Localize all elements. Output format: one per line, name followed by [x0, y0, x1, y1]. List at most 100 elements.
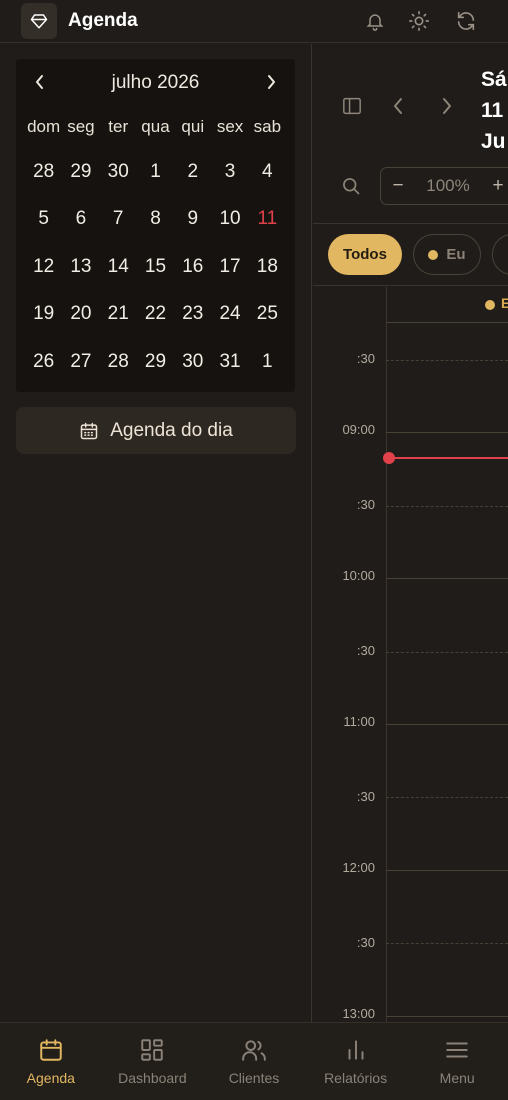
tab-label: Menu	[439, 1070, 475, 1086]
time-gutter-divider	[386, 287, 387, 1022]
chart-icon	[305, 1036, 407, 1064]
agenda-do-dia-label: Agenda do dia	[110, 419, 233, 441]
zoom-out-button[interactable]: −	[381, 175, 415, 197]
calendar-day[interactable]: 26	[25, 342, 62, 382]
calendar-day[interactable]: 14	[100, 247, 137, 287]
calendar-day[interactable]: 20	[62, 294, 99, 334]
weekday-header: dom seg ter qua qui sex sab	[25, 117, 286, 141]
weekday-label: dom	[27, 117, 61, 136]
search-icon[interactable]	[339, 174, 363, 198]
half-hour-line	[386, 360, 508, 361]
calendar-day[interactable]: 19	[25, 294, 62, 334]
calendar-month-label: julho 2026	[111, 72, 200, 93]
diamond-logo-icon[interactable]	[21, 3, 57, 39]
current-time-dot	[383, 452, 395, 464]
calendar-day[interactable]: 4	[249, 152, 286, 192]
calendar-day[interactable]: 15	[137, 247, 174, 287]
tab-menu[interactable]: Menu	[406, 1023, 508, 1100]
sidebar-toggle-icon[interactable]	[340, 94, 364, 118]
calendar-day[interactable]: 16	[174, 247, 211, 287]
calendar-day[interactable]: 8	[137, 199, 174, 239]
filter-todos-chip[interactable]: Todos	[328, 234, 402, 275]
color-dot	[428, 249, 439, 260]
left-panel: julho 2026 dom seg ter qua qui sex sab 2…	[0, 44, 312, 1022]
calendar-day[interactable]: 1	[137, 152, 174, 192]
chevron-right-icon[interactable]	[435, 94, 459, 118]
weekday-label: sab	[253, 117, 282, 136]
weekday-label: sex	[216, 117, 244, 136]
tab-agenda[interactable]: Agenda	[0, 1023, 102, 1100]
calendar-day[interactable]: 10	[211, 199, 248, 239]
time-label: :30	[356, 351, 375, 366]
weekday-label: qui	[181, 117, 205, 136]
calendar-day[interactable]: 23	[174, 294, 211, 334]
day-view-panel: Sá 11 I Ju − 100% + Todos Eu E :30 09:00	[313, 44, 508, 1022]
calendar-grid: dom seg ter qua qui sex sab 28 29 30 1 2…	[25, 117, 286, 386]
calendar-day[interactable]: 28	[25, 152, 62, 192]
calendar-day[interactable]: 17	[211, 247, 248, 287]
date-line-weekday: Sá	[481, 68, 507, 91]
calendar-day[interactable]: 5	[25, 199, 62, 239]
half-hour-line	[386, 652, 508, 653]
tab-relatorios[interactable]: Relatórios	[305, 1023, 407, 1100]
users-icon	[203, 1036, 305, 1064]
calendar-day[interactable]: 22	[137, 294, 174, 334]
date-line-day: 11 I	[481, 99, 508, 122]
time-label: 13:00	[342, 1006, 375, 1021]
calendar-week: 5 6 7 8 9 10 11	[25, 196, 286, 244]
dashboard-icon	[102, 1036, 204, 1064]
calendar-day[interactable]: 24	[211, 294, 248, 334]
calendar-day[interactable]: 21	[100, 294, 137, 334]
filter-eu-chip[interactable]: Eu	[413, 234, 481, 275]
calendar-day[interactable]: 28	[100, 342, 137, 382]
calendar-day[interactable]: 3	[211, 152, 248, 192]
top-bar: Agenda	[0, 0, 508, 43]
calendar-day[interactable]: 27	[62, 342, 99, 382]
calendar-week: 26 27 28 29 30 31 1	[25, 338, 286, 386]
calendar-day[interactable]: 12	[25, 247, 62, 287]
half-hour-line	[386, 506, 508, 507]
tab-clientes[interactable]: Clientes	[203, 1023, 305, 1100]
time-label: 10:00	[342, 568, 375, 583]
time-label: :30	[356, 789, 375, 804]
tab-label: Clientes	[228, 1070, 280, 1086]
chevron-left-icon[interactable]	[386, 94, 410, 118]
calendar-day-today[interactable]: 11	[249, 199, 286, 239]
calendar-day[interactable]: 13	[62, 247, 99, 287]
calendar-day[interactable]: 18	[249, 247, 286, 287]
calendar-day[interactable]: 9	[174, 199, 211, 239]
color-dot	[485, 300, 495, 310]
calendar-day[interactable]: 30	[174, 342, 211, 382]
filter-chip-partial[interactable]	[492, 234, 508, 275]
zoom-level: 100%	[426, 176, 470, 195]
calendar-day[interactable]: 29	[62, 152, 99, 192]
date-line-month: Ju	[481, 130, 506, 153]
filter-eu-label: Eu	[446, 246, 466, 263]
chevron-right-icon[interactable]	[261, 70, 281, 94]
calendar-day[interactable]: 29	[137, 342, 174, 382]
hour-line	[386, 1016, 508, 1017]
menu-icon	[406, 1036, 508, 1064]
calendar-day[interactable]: 1	[249, 342, 286, 382]
refresh-icon[interactable]	[454, 9, 478, 33]
half-hour-line	[386, 797, 508, 798]
bell-icon[interactable]	[363, 9, 387, 33]
zoom-in-button[interactable]: +	[481, 175, 508, 197]
weekday-label: seg	[67, 117, 95, 136]
calendar-day[interactable]: 25	[249, 294, 286, 334]
calendar-day[interactable]: 7	[100, 199, 137, 239]
time-label: 11:00	[343, 714, 375, 729]
tab-label: Relatórios	[324, 1070, 388, 1086]
time-label: :30	[356, 643, 375, 658]
time-label: :30	[356, 497, 375, 512]
calendar-day[interactable]: 2	[174, 152, 211, 192]
calendar-week: 19 20 21 22 23 24 25	[25, 291, 286, 339]
tab-dashboard[interactable]: Dashboard	[102, 1023, 204, 1100]
chevron-left-icon[interactable]	[30, 70, 50, 94]
agenda-do-dia-button[interactable]: Agenda do dia	[16, 407, 296, 454]
calendar-day[interactable]: 30	[100, 152, 137, 192]
zoom-control: − 100% +	[380, 167, 508, 205]
calendar-day[interactable]: 6	[62, 199, 99, 239]
calendar-day[interactable]: 31	[211, 342, 248, 382]
sun-icon[interactable]	[407, 9, 431, 33]
